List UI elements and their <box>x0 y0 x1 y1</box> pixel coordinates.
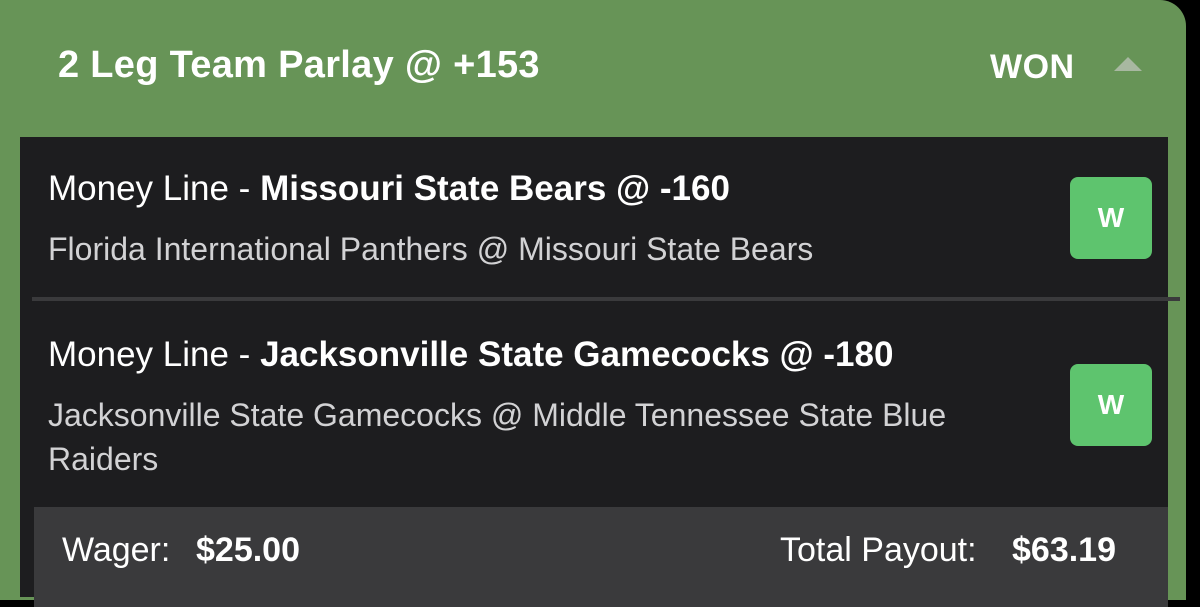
payout-label: Total Payout: <box>780 531 977 569</box>
leg-market: Money Line - <box>48 335 261 374</box>
leg-pick: Missouri State Bears @ -160 <box>260 169 730 208</box>
status-badge: WON <box>990 48 1075 86</box>
leg-matchup: Jacksonville State Gamecocks @ Middle Te… <box>48 397 947 477</box>
parlay-title: 2 Leg Team Parlay @ +153 <box>58 44 540 86</box>
wager-value: $25.00 <box>196 531 300 569</box>
leg-title: Money Line - Jacksonville State Gamecock… <box>48 335 893 375</box>
wager-summary: Wager: $25.00 Total Payout: $63.19 <box>34 507 1168 607</box>
divider <box>32 297 1180 301</box>
parlay-header[interactable]: 2 Leg Team Parlay @ +153 WON <box>0 0 1186 134</box>
result-badge: W <box>1070 177 1152 259</box>
leg-title: Money Line - Missouri State Bears @ -160 <box>48 169 730 209</box>
leg-matchup: Florida International Panthers @ Missour… <box>48 231 814 267</box>
leg-item: Money Line - Jacksonville State Gamecock… <box>20 303 1168 509</box>
leg-market: Money Line - <box>48 169 261 208</box>
leg-item: Money Line - Missouri State Bears @ -160… <box>20 137 1168 299</box>
legs-panel: Money Line - Missouri State Bears @ -160… <box>20 137 1180 607</box>
parlay-card: 2 Leg Team Parlay @ +153 WON Money Line … <box>0 0 1186 607</box>
payout-value: $63.19 <box>1012 531 1116 569</box>
wager-label: Wager: <box>62 531 171 569</box>
chevron-up-icon[interactable] <box>1114 57 1142 71</box>
leg-pick: Jacksonville State Gamecocks @ -180 <box>260 335 894 374</box>
result-badge: W <box>1070 364 1152 446</box>
